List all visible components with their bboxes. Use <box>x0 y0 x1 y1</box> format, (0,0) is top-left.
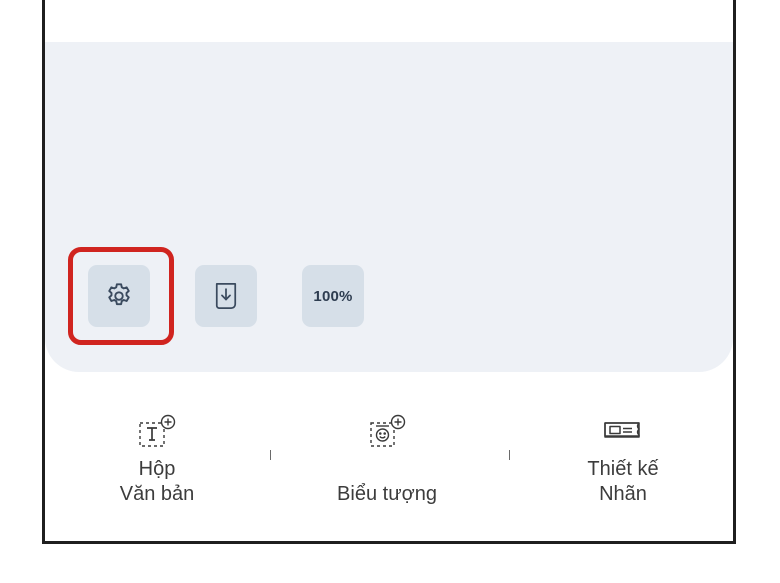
export-button[interactable] <box>195 265 257 327</box>
app-frame: 100% Hộp Văn bản Biểu tượng Thiết kế Nhã… <box>42 0 736 544</box>
add-text-box-icon <box>137 414 177 455</box>
label-design-label-line1: Thiết kế <box>587 458 659 480</box>
add-emoji-icon <box>367 414 407 455</box>
canvas-area[interactable]: 100% <box>45 42 733 372</box>
zoom-level-button[interactable]: 100% <box>302 265 364 327</box>
label-design-label-line2: Nhãn <box>599 483 647 505</box>
label-design-button[interactable]: Thiết kế Nhãn <box>568 414 678 507</box>
bottom-toolbar: Hộp Văn bản Biểu tượng Thiết kế Nhãn <box>45 372 733 541</box>
text-box-label-line1: Hộp <box>138 458 176 480</box>
emoji-label: Biểu tượng <box>337 483 437 505</box>
zoom-level-label: 100% <box>313 287 353 305</box>
text-box-button[interactable]: Hộp Văn bản <box>107 414 207 507</box>
text-box-label-line2: Văn bản <box>119 483 195 505</box>
label-design-icon <box>601 414 645 455</box>
settings-button[interactable] <box>88 265 150 327</box>
gear-icon <box>104 281 134 311</box>
emoji-button[interactable]: Biểu tượng <box>317 414 457 507</box>
separator <box>270 450 271 460</box>
download-file-icon <box>213 281 239 311</box>
separator <box>509 450 510 460</box>
